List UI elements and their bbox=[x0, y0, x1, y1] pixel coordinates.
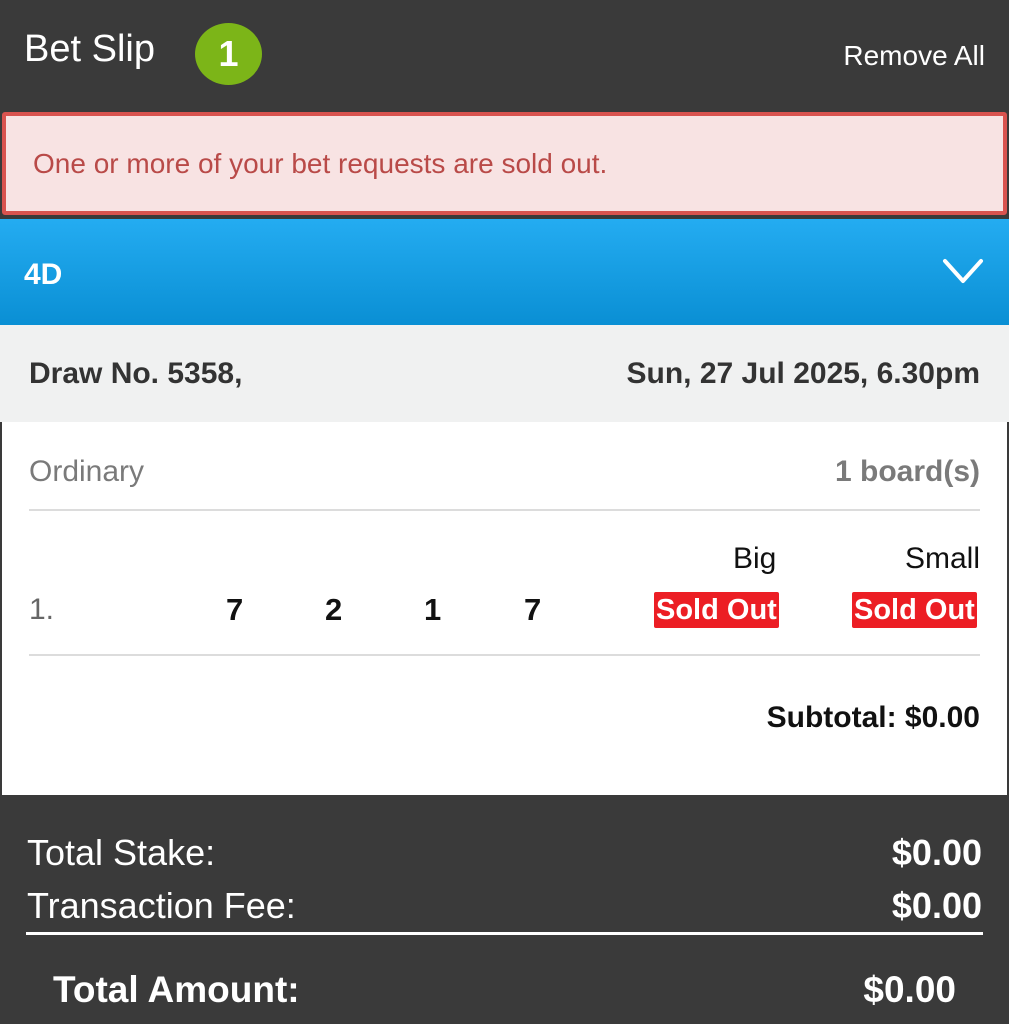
draw-datetime: Sun, 27 Jul 2025, 6.30pm bbox=[626, 357, 980, 390]
bet-card: Ordinary 1 board(s) Big Small 1. 7 2 1 7… bbox=[2, 422, 1007, 795]
transaction-fee-label: Transaction Fee: bbox=[27, 885, 296, 926]
game-name: 4D bbox=[24, 258, 63, 291]
subtotal: Subtotal: $0.00 bbox=[766, 701, 980, 734]
column-header-big: Big bbox=[733, 542, 777, 575]
digit-3: 1 bbox=[424, 592, 442, 627]
column-header-small: Small bbox=[904, 542, 980, 575]
chevron-down-icon[interactable] bbox=[941, 249, 985, 293]
bet-type: Ordinary bbox=[29, 455, 145, 488]
digit-1: 7 bbox=[226, 592, 244, 627]
transaction-fee-value: $0.00 bbox=[891, 885, 982, 926]
total-stake-label: Total Stake: bbox=[27, 832, 216, 873]
small-sold-out-badge: Sold Out bbox=[852, 592, 977, 628]
divider bbox=[29, 509, 980, 511]
bet-count-badge: 1 bbox=[195, 23, 262, 85]
digit-2: 2 bbox=[325, 592, 343, 627]
draw-number: Draw No. 5358, bbox=[29, 357, 243, 390]
divider bbox=[26, 932, 983, 935]
sold-out-alert: One or more of your bet requests are sol… bbox=[2, 112, 1007, 215]
digit-4: 7 bbox=[524, 592, 542, 627]
big-sold-out-badge: Sold Out bbox=[654, 592, 779, 628]
draw-info: Draw No. 5358, Sun, 27 Jul 2025, 6.30pm bbox=[0, 325, 1009, 422]
summary-footer: Total Stake: $0.00 Transaction Fee: $0.0… bbox=[0, 797, 1009, 1024]
line-index: 1. bbox=[29, 593, 55, 626]
alert-message: One or more of your bet requests are sol… bbox=[33, 148, 608, 179]
bet-slip-header: Bet Slip 1 Remove All bbox=[0, 0, 1009, 110]
remove-all-button[interactable]: Remove All bbox=[843, 40, 985, 72]
total-amount-label: Total Amount: bbox=[53, 969, 300, 1010]
page-title: Bet Slip bbox=[24, 28, 155, 70]
total-stake-value: $0.00 bbox=[891, 832, 982, 873]
game-section-header[interactable]: 4D bbox=[0, 219, 1009, 325]
board-count: 1 board(s) bbox=[834, 455, 980, 488]
divider bbox=[29, 654, 980, 656]
total-amount-value: $0.00 bbox=[863, 969, 956, 1010]
